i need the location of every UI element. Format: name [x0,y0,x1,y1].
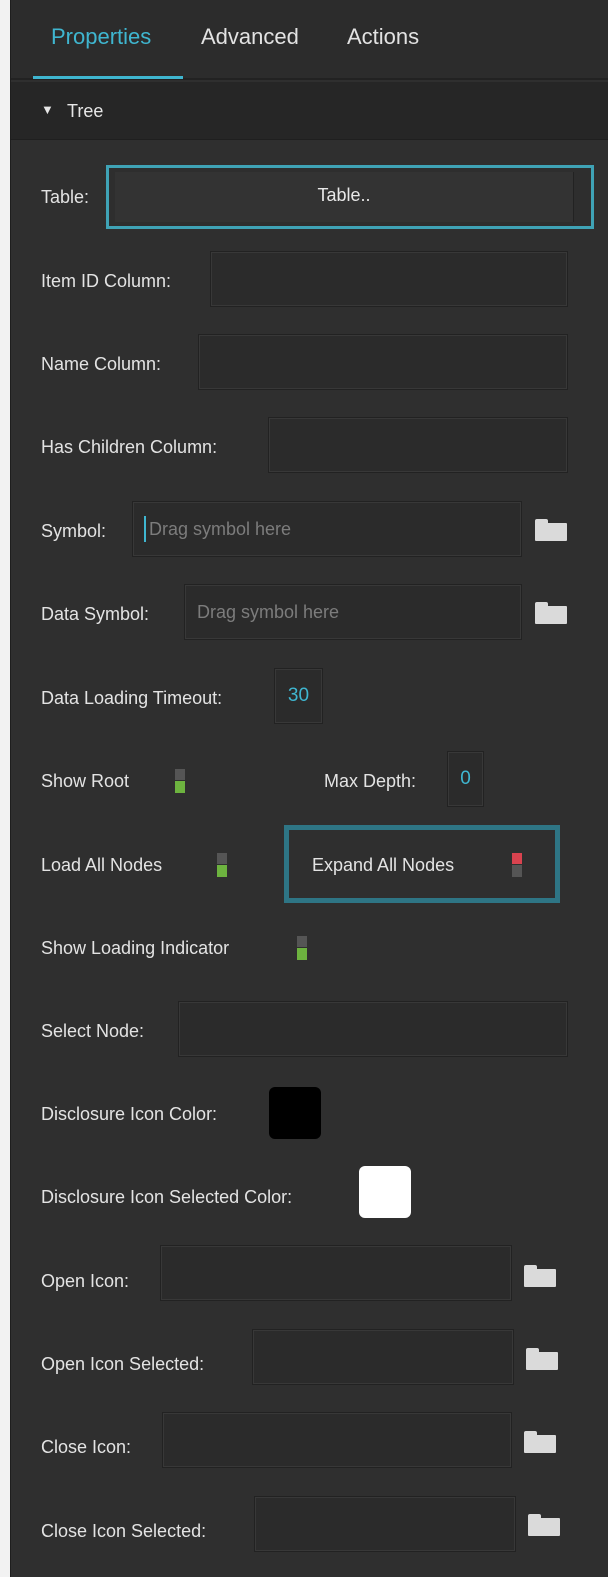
data-symbol-field[interactable]: Drag symbol here [184,584,522,640]
tab-advanced[interactable]: Advanced [201,24,299,50]
expand-all-nodes-label: Expand All Nodes [312,855,455,875]
select-node-field[interactable] [178,1001,568,1057]
symbol-placeholder: Drag symbol here [149,519,292,539]
disclosure-icon-color-label: Disclosure Icon Color: [41,1104,218,1124]
tab-bar: Properties Advanced Actions [11,0,608,80]
open-icon-field[interactable] [160,1245,512,1301]
active-tab-indicator [33,76,183,79]
disclosure-icon-selected-color-label: Disclosure Icon Selected Color: [41,1187,293,1207]
open-icon-browse-folder-icon[interactable] [524,1265,556,1287]
close-icon-selected-label: Close Icon Selected: [41,1521,207,1541]
table-select-button[interactable]: Table.. [106,165,594,229]
open-icon-label: Open Icon: [41,1271,130,1291]
show-root-toggle[interactable] [175,769,185,793]
load-all-nodes-label: Load All Nodes [41,855,163,875]
has-children-column-field[interactable] [268,417,568,473]
section-title: Tree [67,101,104,121]
disclosure-icon-selected-color-swatch[interactable] [359,1166,411,1218]
close-icon-browse-folder-icon[interactable] [524,1431,556,1453]
data-loading-timeout-label: Data Loading Timeout: [41,688,223,708]
data-symbol-placeholder: Drag symbol here [197,602,340,622]
name-column-field[interactable] [198,334,568,390]
properties-panel: Properties Advanced Actions ▼ Tree Table… [10,0,608,1577]
close-icon-selected-field[interactable] [254,1496,516,1552]
close-icon-selected-browse-folder-icon[interactable] [528,1514,560,1536]
expand-all-nodes-toggle[interactable] [512,853,522,877]
table-label: Table: [41,187,90,207]
data-symbol-browse-folder-icon[interactable] [535,602,567,624]
open-icon-selected-label: Open Icon Selected: [41,1354,205,1374]
name-column-label: Name Column: [41,354,162,374]
close-icon-field[interactable] [162,1412,512,1468]
close-icon-label: Close Icon: [41,1437,132,1457]
table-select-button-label: Table.. [317,185,371,205]
show-loading-indicator-toggle[interactable] [297,936,307,960]
data-symbol-label: Data Symbol: [41,604,150,624]
show-root-label: Show Root [41,771,130,791]
symbol-browse-folder-icon[interactable] [535,519,567,541]
section-header-tree[interactable]: ▼ Tree [11,82,608,140]
tab-actions[interactable]: Actions [347,24,419,50]
item-id-column-label: Item ID Column: [41,271,172,291]
max-depth-label: Max Depth: [324,771,417,791]
open-icon-selected-field[interactable] [252,1329,514,1385]
tab-properties[interactable]: Properties [51,24,151,50]
data-loading-timeout-input[interactable]: 30 [274,668,323,724]
text-cursor [144,516,146,542]
load-all-nodes-toggle[interactable] [217,853,227,877]
has-children-column-label: Has Children Column: [41,437,218,457]
show-loading-indicator-label: Show Loading Indicator [41,938,230,958]
disclosure-icon-color-swatch[interactable] [269,1087,321,1139]
disclosure-triangle-icon[interactable]: ▼ [41,102,54,117]
open-icon-selected-browse-folder-icon[interactable] [526,1348,558,1370]
max-depth-input[interactable]: 0 [447,751,484,807]
symbol-label: Symbol: [41,521,107,541]
select-node-label: Select Node: [41,1021,145,1041]
symbol-field[interactable]: Drag symbol here [132,501,522,557]
item-id-column-field[interactable] [210,251,568,307]
